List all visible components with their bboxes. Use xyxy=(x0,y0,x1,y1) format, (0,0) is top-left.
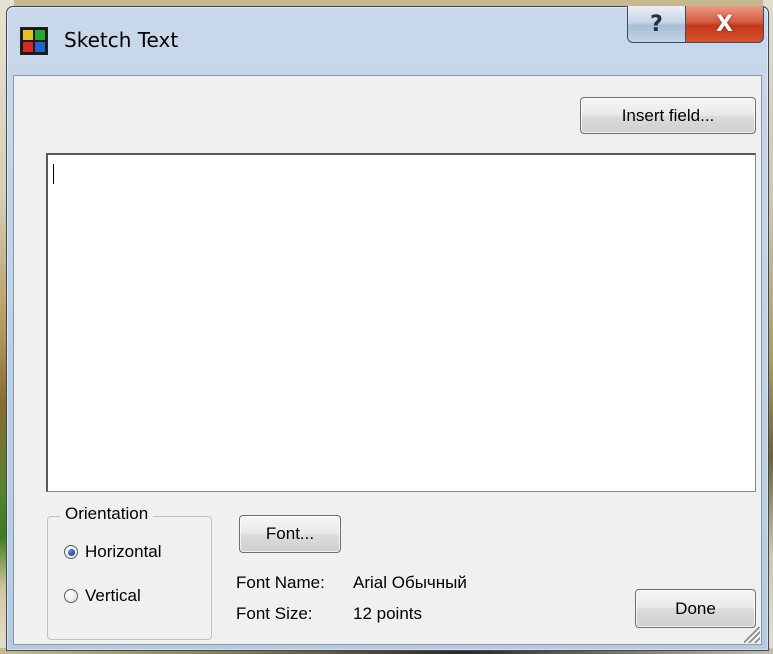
orientation-group: Orientation Horizontal Vertical xyxy=(47,504,212,640)
close-icon: X xyxy=(716,11,733,37)
orientation-label: Orientation xyxy=(60,504,154,524)
app-icon xyxy=(20,27,48,55)
help-button[interactable]: ? xyxy=(627,6,686,43)
horizontal-radio[interactable] xyxy=(64,545,78,559)
vertical-radio[interactable] xyxy=(64,589,78,603)
sketch-text-dialog: Sketch Text ? X Insert field... Orientat… xyxy=(6,6,769,651)
orientation-vertical-option[interactable]: Vertical xyxy=(64,586,141,606)
font-size-value: 12 points xyxy=(353,604,422,623)
font-name-row: Font Name: Arial Обычный xyxy=(236,573,467,593)
horizontal-label: Horizontal xyxy=(85,542,162,561)
title-bar[interactable]: Sketch Text ? X xyxy=(7,6,768,75)
dialog-body: Insert field... Orientation Horizontal V… xyxy=(13,75,762,645)
close-button[interactable]: X xyxy=(686,6,764,43)
font-name-label: Font Name: xyxy=(236,573,325,592)
resize-grip[interactable] xyxy=(744,627,760,643)
text-caret xyxy=(53,164,54,184)
font-size-row: Font Size: 12 points xyxy=(236,604,422,624)
font-name-value: Arial Обычный xyxy=(353,573,467,592)
window-title: Sketch Text xyxy=(64,28,179,52)
orientation-horizontal-option[interactable]: Horizontal xyxy=(64,542,162,562)
help-icon: ? xyxy=(650,11,663,37)
done-button[interactable]: Done xyxy=(635,589,756,628)
font-size-label: Font Size: xyxy=(236,604,313,623)
font-button[interactable]: Font... xyxy=(239,515,341,553)
sketch-text-input[interactable] xyxy=(46,153,756,492)
insert-field-button[interactable]: Insert field... xyxy=(580,97,756,134)
title-buttons: ? X xyxy=(627,6,764,43)
vertical-label: Vertical xyxy=(85,586,141,605)
